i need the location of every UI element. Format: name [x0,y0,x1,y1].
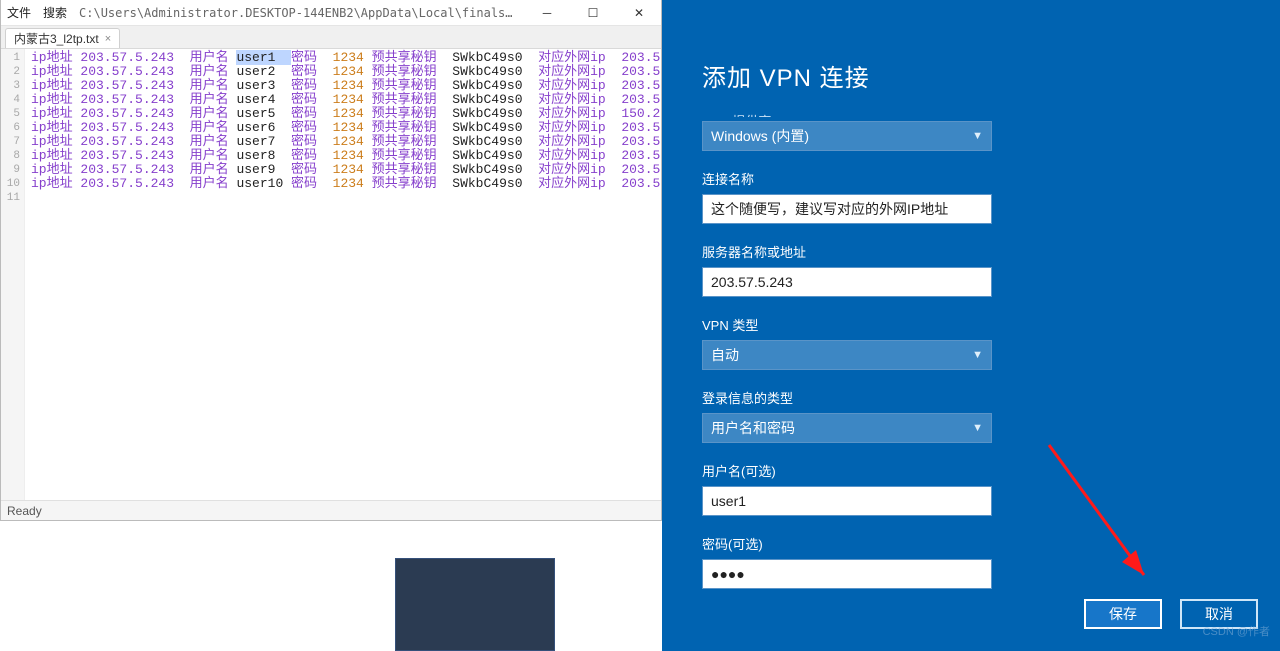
code-line: ip地址 203.57.5.243 用户名 user5 密码 1234 预共享秘… [31,107,661,121]
editor-menubar: 文件 搜索 C:\Users\Administrator.DESKTOP-144… [1,0,661,26]
conn-name-label: 连接名称 [702,169,1280,188]
editor-tab[interactable]: 内蒙古3_l2tp.txt × [5,28,120,48]
server-input[interactable]: 203.57.5.243 [702,267,992,297]
code-line: ip地址 203.57.5.243 用户名 user10 密码 1234 预共享… [31,177,661,191]
chevron-down-icon: ▼ [972,349,983,361]
password-value: ●●●● [711,566,745,582]
taskbar-preview [395,558,555,651]
vpn-settings-panel: 添加 VPN 连接 VPN 提供商 Windows (内置) ▼ 连接名称 这个… [662,0,1280,651]
menu-search[interactable]: 搜索 [43,4,67,21]
password-input[interactable]: ●●●● [702,559,992,589]
watermark: CSDN @作者 [1203,623,1270,639]
tab-close-icon[interactable]: × [105,33,111,45]
username-input[interactable]: user1 [702,486,992,516]
code-line: ip地址 203.57.5.243 用户名 user2 密码 1234 预共享秘… [31,65,661,79]
save-button[interactable]: 保存 [1084,599,1162,629]
vpn-type-select[interactable]: 自动 ▼ [702,340,992,370]
status-text: Ready [7,504,42,518]
code-area[interactable]: ip地址 203.57.5.243 用户名 user1 密码 1234 预共享秘… [25,49,661,500]
editor-body: 1 2 3 4 5 6 7 8 9 10 11 ip地址 203.57.5.24… [1,49,661,500]
server-label: 服务器名称或地址 [702,242,1280,261]
code-line: ip地址 203.57.5.243 用户名 user6 密码 1234 预共享秘… [31,121,661,135]
server-value: 203.57.5.243 [711,274,793,290]
editor-tab-label: 内蒙古3_l2tp.txt [14,30,99,47]
username-label: 用户名(可选) [702,461,1280,480]
vpn-provider-label: VPN 提供商 [702,111,1280,117]
conn-name-input[interactable]: 这个随便写，建议写对应的外网IP地址 [702,194,992,224]
code-line: ip地址 203.57.5.243 用户名 user7 密码 1234 预共享秘… [31,135,661,149]
login-type-value: 用户名和密码 [711,418,795,438]
code-line: ip地址 203.57.5.243 用户名 user3 密码 1234 预共享秘… [31,79,661,93]
menu-file[interactable]: 文件 [7,4,31,21]
vpn-panel-title: 添加 VPN 连接 [702,58,1280,93]
chevron-down-icon: ▼ [972,130,983,142]
line-gutter: 1 2 3 4 5 6 7 8 9 10 11 [1,49,25,500]
vpn-type-label: VPN 类型 [702,315,1280,334]
code-line: ip地址 203.57.5.243 用户名 user1 密码 1234 预共享秘… [31,51,661,65]
code-line: ip地址 203.57.5.243 用户名 user4 密码 1234 预共享秘… [31,93,661,107]
vpn-type-value: 自动 [711,345,739,365]
login-type-label: 登录信息的类型 [702,388,1280,407]
minimize-button[interactable]: ─ [531,2,563,24]
chevron-down-icon: ▼ [972,422,983,434]
username-value: user1 [711,493,746,509]
conn-name-value: 这个随便写，建议写对应的外网IP地址 [711,199,948,219]
vpn-provider-select[interactable]: Windows (内置) ▼ [702,121,992,151]
maximize-button[interactable]: ☐ [577,2,609,24]
editor-tabs: 内蒙古3_l2tp.txt × [1,26,661,49]
close-button[interactable]: ✕ [623,2,655,24]
vpn-provider-value: Windows (内置) [711,126,809,146]
status-bar: Ready [1,500,661,520]
password-label: 密码(可选) [702,534,1280,553]
editor-window: 文件 搜索 C:\Users\Administrator.DESKTOP-144… [0,0,662,521]
editor-path: C:\Users\Administrator.DESKTOP-144ENB2\A… [79,4,517,21]
code-line: ip地址 203.57.5.243 用户名 user9 密码 1234 预共享秘… [31,163,661,177]
code-line: ip地址 203.57.5.243 用户名 user8 密码 1234 预共享秘… [31,149,661,163]
login-type-select[interactable]: 用户名和密码 ▼ [702,413,992,443]
